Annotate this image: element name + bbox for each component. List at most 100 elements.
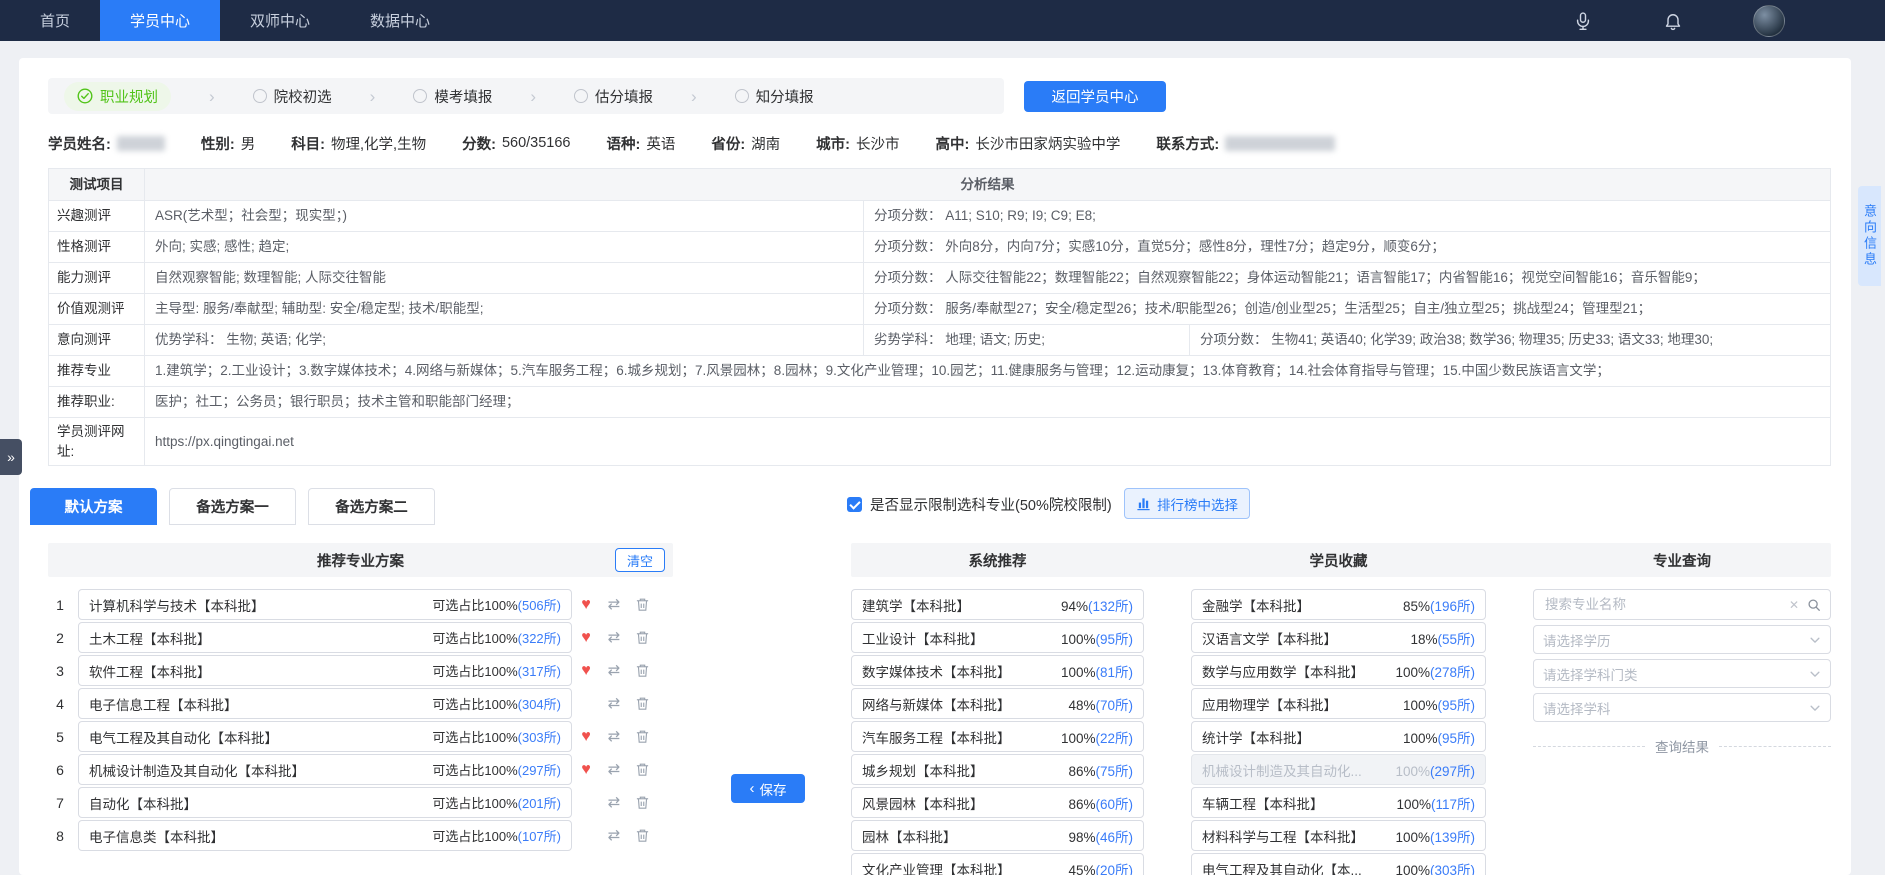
tab-alternative-plan-2[interactable]: 备选方案二	[308, 488, 435, 525]
favorite-major-card[interactable]: 车辆工程【本科批】100%(117所)	[1191, 787, 1486, 818]
favorite-heart-icon[interactable]: ♥	[572, 630, 600, 646]
recommend-major-card[interactable]: 网络与新媒体【本科批】48%(70所)	[851, 688, 1144, 719]
nav-item-data-center[interactable]: 数据中心	[340, 0, 460, 41]
delete-icon[interactable]	[628, 696, 656, 711]
plan-major-card[interactable]: 电子信息类【本科批】 可选占比100%(107所)	[78, 820, 572, 851]
subject-select[interactable]: 请选择学科	[1533, 693, 1831, 722]
rank-select-button[interactable]: 排行榜中选择	[1124, 488, 1250, 519]
favorite-major-card[interactable]: 金融学【本科批】85%(196所)	[1191, 589, 1486, 620]
step-label: 模考填报	[434, 86, 492, 107]
field-contact: 联系方式:	[1156, 133, 1335, 154]
delete-icon[interactable]	[628, 795, 656, 810]
delete-icon[interactable]	[628, 828, 656, 843]
search-icon[interactable]	[1807, 598, 1821, 612]
plan-major-card[interactable]: 电气工程及其自动化【本科批】 可选占比100%(303所)	[78, 721, 572, 752]
subject-category-select[interactable]: 请选择学科门类	[1533, 659, 1831, 688]
step-known-score-application[interactable]: 知分填报	[735, 86, 814, 107]
favorites-title: 学员收藏	[1191, 550, 1486, 571]
recommend-major-card[interactable]: 汽车服务工程【本科批】100%(22所)	[851, 721, 1144, 752]
assessment-row-recommended-majors: 推荐专业 1.建筑学；2.工业设计；3.数字媒体技术；4.网络与新媒体；5.汽车…	[49, 356, 1830, 387]
degree-select[interactable]: 请选择学历	[1533, 625, 1831, 654]
microphone-icon[interactable]	[1573, 11, 1593, 31]
plan-row-number: 7	[48, 795, 72, 811]
delete-icon[interactable]	[628, 762, 656, 777]
delete-icon[interactable]	[628, 597, 656, 612]
swap-icon[interactable]: ⇄	[600, 762, 628, 777]
step-college-preselect[interactable]: 院校初选	[253, 86, 332, 107]
field-city: 城市: 长沙市	[816, 133, 899, 154]
back-to-student-center-button[interactable]: 返回学员中心	[1024, 81, 1166, 112]
plan-major-card[interactable]: 计算机科学与技术【本科批】 可选占比100%(506所)	[78, 589, 572, 620]
favorite-major-card[interactable]: 材料科学与工程【本科批】100%(139所)	[1191, 820, 1486, 851]
recommend-major-card[interactable]: 建筑学【本科批】94%(132所)	[851, 589, 1144, 620]
row-label: 学员测评网址:	[49, 418, 145, 465]
swap-icon[interactable]: ⇄	[600, 795, 628, 810]
expand-drawer-button[interactable]: »	[0, 439, 22, 475]
recommend-major-card[interactable]: 园林【本科批】98%(46所)	[851, 820, 1144, 851]
favorite-major-card[interactable]: 统计学【本科批】100%(95所)	[1191, 721, 1486, 752]
swap-icon[interactable]: ⇄	[600, 630, 628, 645]
assessment-row-interest: 兴趣测评 ASR(艺术型；社会型；现实型；) 分项分数： A11; S10; R…	[49, 201, 1830, 232]
match-percent: 100%(95所)	[1061, 628, 1133, 648]
limit-major-checkbox[interactable]: 是否显示限制选科专业(50%院校限制)	[847, 494, 1112, 515]
avatar[interactable]	[1753, 5, 1785, 37]
favorite-heart-icon[interactable]: ♥	[572, 597, 600, 613]
favorite-major-card[interactable]: 数学与应用数学【本科批】100%(278所)	[1191, 655, 1486, 686]
swap-icon[interactable]: ⇄	[600, 828, 628, 843]
recommend-major-card[interactable]: 数字媒体技术【本科批】100%(81所)	[851, 655, 1144, 686]
recommend-major-card[interactable]: 工业设计【本科批】100%(95所)	[851, 622, 1144, 653]
favorite-heart-icon[interactable]: ♥	[572, 762, 600, 778]
delete-icon[interactable]	[628, 663, 656, 678]
nav-item-dual-teacher-center[interactable]: 双师中心	[220, 0, 340, 41]
plan-major-card[interactable]: 自动化【本科批】 可选占比100%(201所)	[78, 787, 572, 818]
major-name: 电气工程及其自动化【本科批】	[89, 727, 278, 747]
favorite-heart-icon[interactable]: ♥	[572, 663, 600, 679]
swap-icon[interactable]: ⇄	[600, 663, 628, 678]
swap-icon[interactable]: ⇄	[600, 597, 628, 612]
favorite-heart-icon[interactable]: ♥	[572, 729, 600, 745]
clear-button[interactable]: 清空	[615, 548, 665, 572]
favorite-major-card[interactable]: 电气工程及其自动化【本...100%(303所)	[1191, 853, 1486, 875]
plan-major-card[interactable]: 电子信息工程【本科批】 可选占比100%(304所)	[78, 688, 572, 719]
tab-alternative-plan-1[interactable]: 备选方案一	[169, 488, 296, 525]
plan-major-card[interactable]: 机械设计制造及其自动化【本科批】 可选占比100%(297所)	[78, 754, 572, 785]
major-name: 风景园林【本科批】	[862, 793, 1062, 813]
plan-major-card[interactable]: 土木工程【本科批】 可选占比100%(322所)	[78, 622, 572, 653]
intention-info-drawer-tab[interactable]: 意向信息	[1858, 186, 1881, 286]
step-estimated-score-application[interactable]: 估分填报	[574, 86, 653, 107]
field-province: 省份: 湖南	[711, 133, 780, 154]
recommend-major-card[interactable]: 文化产业管理【本科批】45%(20所)	[851, 853, 1144, 875]
major-search-box[interactable]: ✕	[1533, 589, 1831, 620]
nav-item-student-center[interactable]: 学员中心	[100, 0, 220, 41]
field-label: 分数:	[462, 133, 496, 154]
test-url: https://px.qingtingai.net	[145, 418, 1830, 465]
checkbox-checked-icon[interactable]	[847, 497, 862, 512]
major-search-input[interactable]	[1543, 596, 1781, 613]
major-name: 统计学【本科批】	[1202, 727, 1397, 747]
swap-icon[interactable]: ⇄	[600, 729, 628, 744]
major-name: 金融学【本科批】	[1202, 595, 1397, 615]
step-mock-application[interactable]: 模考填报	[413, 86, 492, 107]
query-result-label: 查询结果	[1655, 736, 1709, 756]
tab-default-plan[interactable]: 默认方案	[30, 488, 157, 525]
favorite-major-card[interactable]: 应用物理学【本科批】100%(95所)	[1191, 688, 1486, 719]
recommend-major-card[interactable]: 城乡规划【本科批】86%(75所)	[851, 754, 1144, 785]
swap-icon[interactable]: ⇄	[600, 696, 628, 711]
delete-icon[interactable]	[628, 729, 656, 744]
save-button[interactable]: ‹ 保存	[731, 774, 805, 803]
step-career-planning[interactable]: 职业规划	[64, 82, 171, 111]
nav-item-home[interactable]: 首页	[10, 0, 100, 41]
school-count: (297所)	[518, 763, 561, 778]
clear-icon[interactable]: ✕	[1789, 599, 1799, 611]
plan-header: 推荐专业方案 清空	[48, 543, 673, 577]
plan-major-card[interactable]: 软件工程【本科批】 可选占比100%(317所)	[78, 655, 572, 686]
circle-icon	[735, 89, 749, 103]
plan-row-number: 3	[48, 663, 72, 679]
score-cell: 分项分数： 生物41; 英语40; 化学39; 政治38; 数学36; 物理35…	[1189, 325, 1830, 355]
result-cell: 医护；社工；公务员；银行职员；技术主管和职能部门经理；	[145, 387, 1830, 417]
recommend-major-card[interactable]: 风景园林【本科批】86%(60所)	[851, 787, 1144, 818]
major-name: 车辆工程【本科批】	[1202, 793, 1390, 813]
delete-icon[interactable]	[628, 630, 656, 645]
favorite-major-card[interactable]: 汉语言文学【本科批】18%(55所)	[1191, 622, 1486, 653]
bell-icon[interactable]	[1663, 11, 1683, 31]
